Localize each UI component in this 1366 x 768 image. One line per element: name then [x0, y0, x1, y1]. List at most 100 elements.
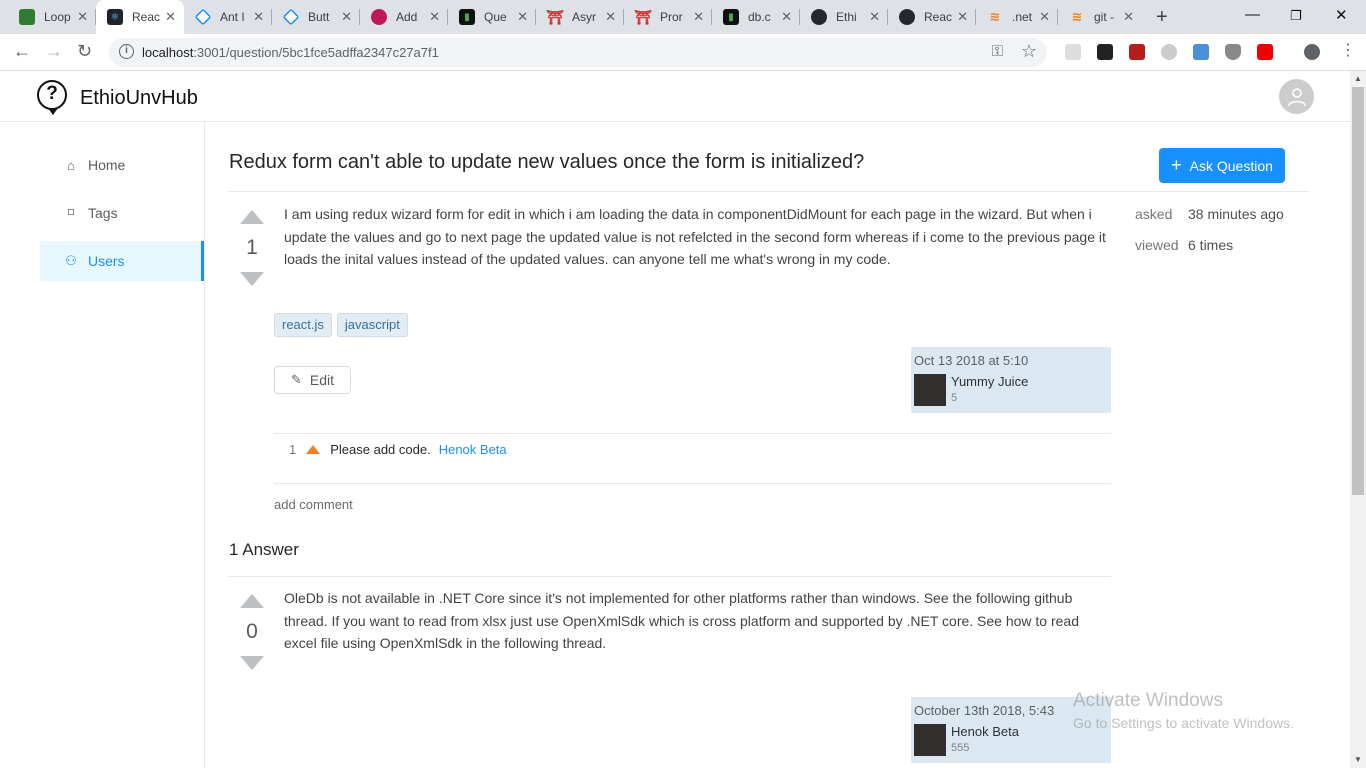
new-tab-icon[interactable]: + — [1156, 6, 1168, 29]
answer-vote-count: 0 — [246, 620, 258, 643]
tab-title: Que — [484, 10, 507, 24]
pdf-extension-icon[interactable] — [1065, 44, 1081, 60]
forward-icon[interactable]: → — [45, 41, 63, 62]
browser-tab[interactable]: Reac ✕ — [888, 0, 976, 34]
browser-tab[interactable]: ▮ db.c ✕ — [712, 0, 800, 34]
sidebar-item-label: Home — [88, 157, 126, 173]
users-icon: ⚇ — [65, 253, 77, 268]
ant-favicon-icon — [194, 8, 212, 26]
extension-icon[interactable] — [1129, 44, 1145, 60]
browser-tab[interactable]: Butt ✕ — [272, 0, 360, 34]
edit-button[interactable]: ✎ Edit — [274, 366, 351, 394]
upvote-arrow-icon[interactable] — [240, 210, 264, 224]
user-avatar[interactable] — [914, 724, 946, 756]
browser-tab[interactable]: ≋ git - ✕ — [1058, 0, 1142, 34]
main-content: Redux form can't able to update new valu… — [205, 122, 1350, 768]
key-icon[interactable]: ⚿ — [992, 43, 1003, 60]
user-avatar[interactable] — [1279, 79, 1314, 114]
browser-tab[interactable]: ≋ .net ✕ — [976, 0, 1058, 34]
sidebar-item-home[interactable]: ⌂ Home — [40, 145, 204, 185]
browser-tab[interactable]: ▮ Que ✕ — [448, 0, 536, 34]
comment-upvote-icon[interactable] — [306, 445, 321, 454]
close-tab-icon[interactable]: ✕ — [693, 9, 704, 25]
close-tab-icon[interactable]: ✕ — [253, 9, 264, 25]
ask-question-label: Ask Question — [1189, 157, 1273, 174]
stackoverflow-favicon-icon: ≋ — [1071, 9, 1083, 24]
tag-chip[interactable]: react.js — [274, 313, 332, 337]
comment-score: 1 — [289, 442, 297, 457]
tag-chip[interactable]: javascript — [336, 313, 408, 337]
reload-icon[interactable]: ↻ — [77, 41, 92, 62]
tab-title: Ethi — [836, 10, 857, 24]
owner-name[interactable]: Yummy Juice — [951, 374, 1028, 389]
tab-title: .net — [1012, 10, 1033, 24]
browser-tab-active[interactable]: ⚛ Reac ✕ — [96, 0, 184, 34]
question-title: Redux form can't able to update new valu… — [229, 151, 865, 173]
close-tab-icon[interactable]: ✕ — [77, 9, 88, 25]
tab-favicon-icon: ⛩ — [634, 8, 652, 25]
downvote-arrow-icon[interactable] — [240, 656, 264, 670]
sidebar-item-users[interactable]: ⚇ Users — [40, 241, 204, 281]
sidebar: ⌂ Home ⌑ Tags ⚇ Users — [0, 122, 205, 768]
scrollbar-thumb[interactable] — [1352, 87, 1364, 495]
scroll-down-arrow-icon[interactable]: ▼ — [1354, 755, 1362, 764]
shield-extension-icon[interactable] — [1225, 44, 1241, 60]
downvote-arrow-icon[interactable] — [240, 272, 264, 286]
scroll-up-arrow-icon[interactable]: ▲ — [1354, 74, 1362, 83]
profile-icon[interactable] — [1304, 44, 1320, 60]
app-header: ? EthioUnvHub — [0, 71, 1350, 122]
url-text[interactable]: localhost:3001/question/5bc1fce5adffa234… — [142, 45, 439, 60]
back-icon[interactable]: ← — [13, 41, 31, 62]
sidebar-item-label: Users — [88, 253, 125, 269]
browser-tab[interactable]: Ant I ✕ — [184, 0, 272, 34]
owner-reputation: 555 — [951, 742, 970, 754]
browser-tab[interactable]: Loop ✕ — [8, 0, 96, 34]
close-tab-icon[interactable]: ✕ — [341, 9, 352, 25]
browser-tab[interactable]: Ethi ✕ — [800, 0, 888, 34]
address-bar[interactable]: i localhost:3001/question/5bc1fce5adffa2… — [109, 38, 1047, 67]
ant-favicon-icon — [282, 8, 300, 26]
owner-name[interactable]: Henok Beta — [951, 724, 1019, 739]
tab-favicon-icon — [371, 9, 387, 25]
upvote-arrow-icon[interactable] — [240, 594, 264, 608]
window-close-icon[interactable]: ✕ — [1335, 6, 1348, 24]
ask-question-button[interactable]: + Ask Question — [1159, 148, 1285, 183]
youtube-extension-icon[interactable] — [1257, 44, 1273, 60]
stackoverflow-favicon-icon: ≋ — [989, 9, 1001, 24]
edit-label: Edit — [309, 372, 335, 388]
more-menu-icon[interactable]: ⋮ — [1340, 40, 1356, 60]
close-tab-icon[interactable]: ✕ — [781, 9, 792, 25]
site-info-icon[interactable]: i — [119, 44, 134, 59]
github-favicon-icon — [899, 9, 915, 25]
close-tab-icon[interactable]: ✕ — [1039, 9, 1050, 25]
close-tab-icon[interactable]: ✕ — [165, 9, 176, 25]
extension-icon[interactable] — [1097, 44, 1113, 60]
minimize-icon[interactable]: — — [1245, 6, 1260, 23]
bookmark-star-icon[interactable]: ☆ — [1021, 41, 1037, 62]
close-tab-icon[interactable]: ✕ — [1123, 9, 1134, 25]
plus-icon: + — [1171, 155, 1182, 175]
browser-tab[interactable]: ⛩ Asyr ✕ — [536, 0, 624, 34]
browser-tab[interactable]: Add ✕ — [360, 0, 448, 34]
extension-icon[interactable] — [1161, 44, 1177, 60]
add-comment-link[interactable]: add comment — [274, 497, 353, 512]
extension-icon[interactable] — [1193, 44, 1209, 60]
close-tab-icon[interactable]: ✕ — [957, 9, 968, 25]
tab-title: git - — [1094, 10, 1115, 24]
user-icon — [1287, 87, 1306, 106]
browser-tab[interactable]: ⛩ Pror ✕ — [624, 0, 712, 34]
restore-icon[interactable]: ❐ — [1290, 8, 1302, 24]
home-icon: ⌂ — [67, 157, 75, 173]
activate-windows-hint: Go to Settings to activate Windows. — [1073, 715, 1294, 731]
page-scrollbar[interactable]: ▲ ▼ — [1350, 71, 1366, 768]
brand-name[interactable]: EthioUnvHub — [80, 87, 198, 110]
comment-user-link[interactable]: Henok Beta — [439, 442, 507, 457]
close-tab-icon[interactable]: ✕ — [517, 9, 528, 25]
close-tab-icon[interactable]: ✕ — [869, 9, 880, 25]
close-tab-icon[interactable]: ✕ — [429, 9, 440, 25]
sidebar-item-tags[interactable]: ⌑ Tags — [40, 193, 204, 233]
user-avatar[interactable] — [914, 374, 946, 406]
tab-title: Loop — [44, 10, 71, 24]
question-logo-icon[interactable]: ? — [37, 80, 67, 115]
close-tab-icon[interactable]: ✕ — [605, 9, 616, 25]
